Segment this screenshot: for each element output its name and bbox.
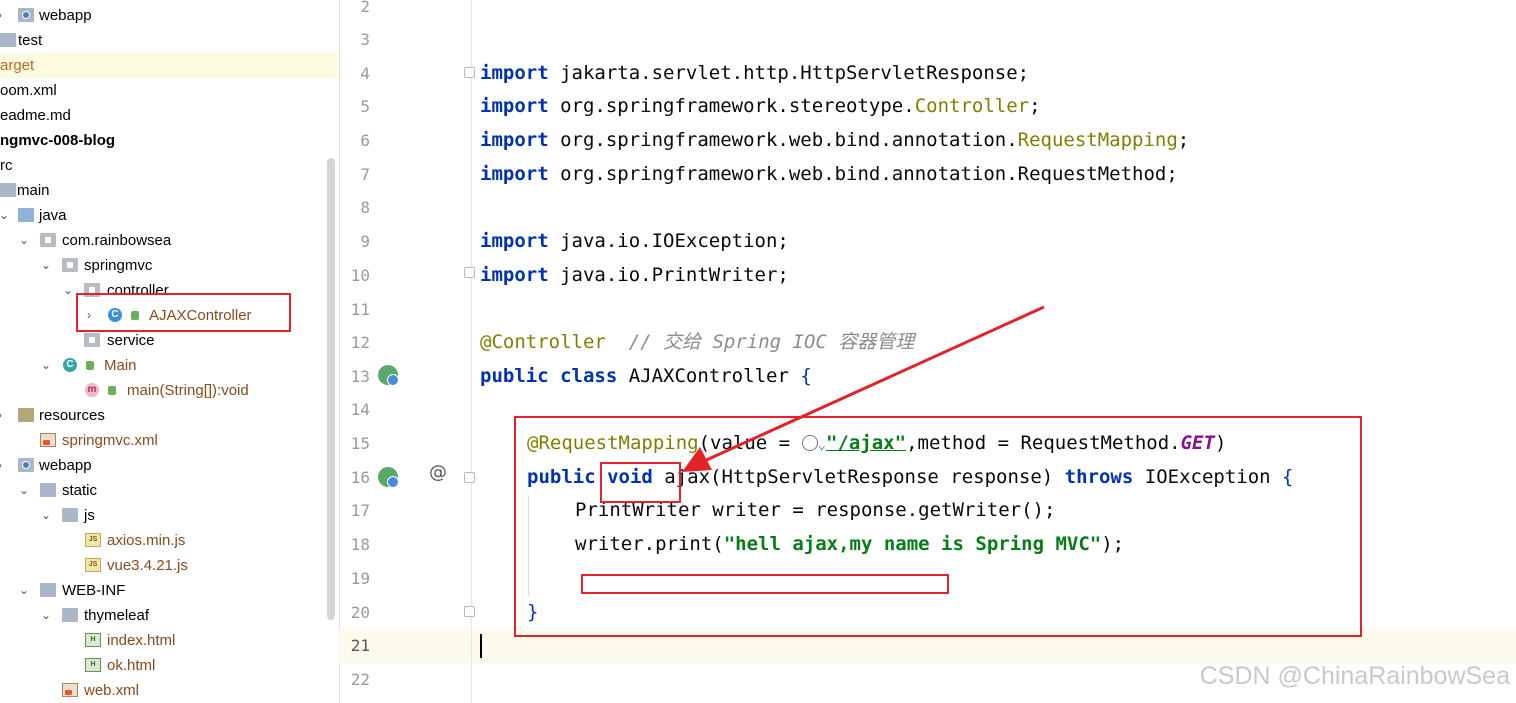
annotation-arrow-icon	[682, 305, 1045, 472]
watermark: CSDN @ChinaRainbowSea	[1199, 662, 1510, 690]
